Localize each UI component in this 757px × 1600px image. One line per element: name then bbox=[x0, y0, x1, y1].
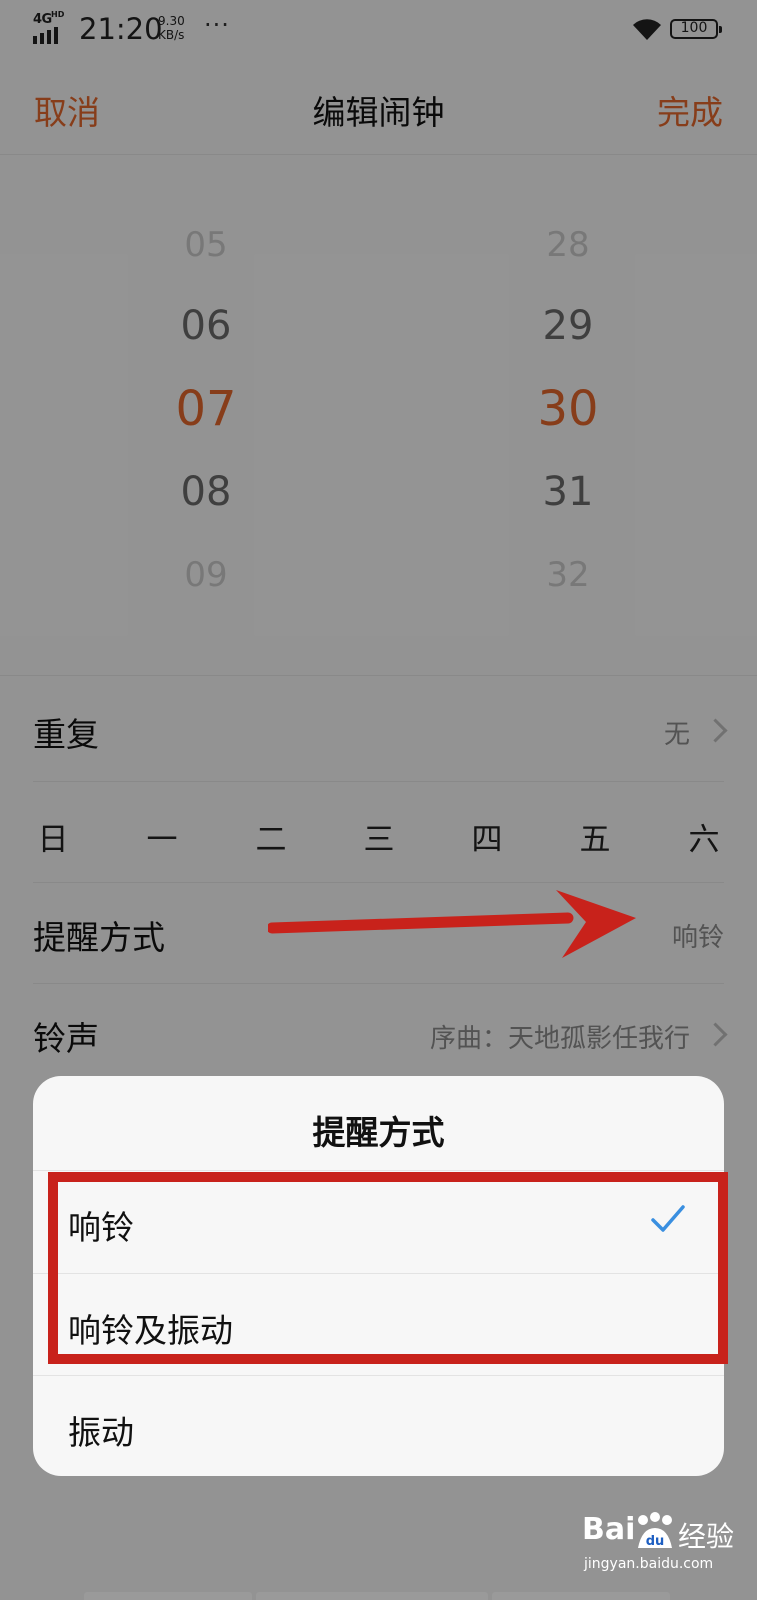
option-vibrate[interactable]: 振动 bbox=[33, 1375, 724, 1476]
watermark-paw-text: du bbox=[646, 1534, 665, 1549]
baidu-jingyan-watermark: Bai du 经验 jingyan.baidu.com bbox=[582, 1512, 742, 1582]
annotation-arrow-icon bbox=[268, 890, 636, 958]
sheet-title: 提醒方式 bbox=[312, 1113, 445, 1152]
watermark-url: jingyan.baidu.com bbox=[584, 1556, 714, 1572]
keyboard-hint bbox=[0, 1592, 757, 1600]
watermark-logo: Bai bbox=[582, 1512, 636, 1547]
watermark-text: 经验 bbox=[678, 1520, 735, 1553]
option-vibrate-label: 振动 bbox=[68, 1413, 134, 1452]
paw-icon: du bbox=[638, 1512, 672, 1549]
annotation-highlight-box bbox=[48, 1172, 728, 1364]
